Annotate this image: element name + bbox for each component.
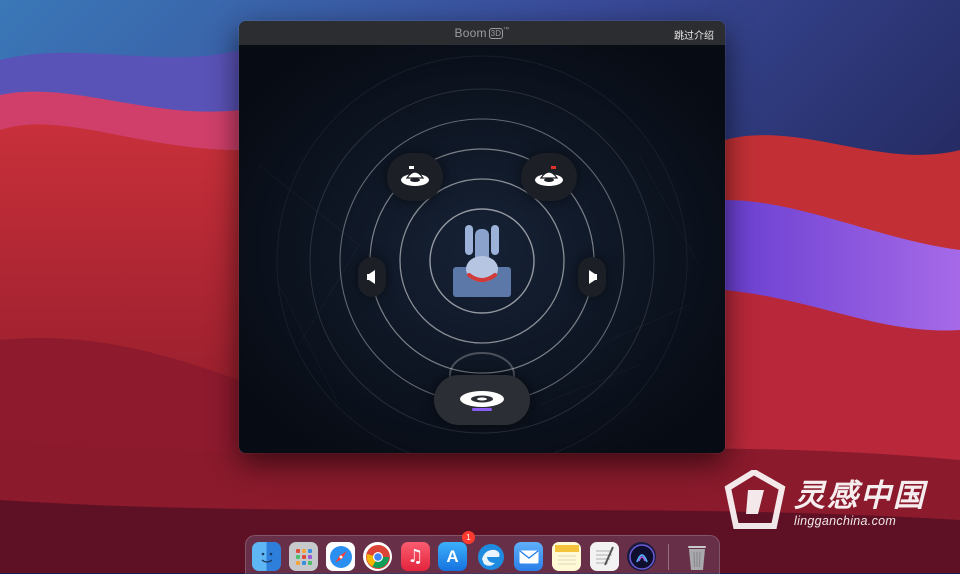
watermark-emblem-icon bbox=[724, 470, 786, 529]
dock-mail-icon[interactable] bbox=[514, 542, 543, 571]
dock-boom3d-icon[interactable] bbox=[627, 542, 656, 571]
listener-avatar-icon bbox=[453, 225, 511, 297]
speaker-icon bbox=[401, 166, 429, 186]
skip-intro-button[interactable]: 跳过介绍 bbox=[674, 27, 714, 42]
surround-stage bbox=[239, 45, 725, 453]
speaker-side-icon bbox=[367, 270, 375, 284]
dock-separator bbox=[668, 544, 669, 570]
watermark-chinese-text: 灵感中国 bbox=[794, 478, 926, 513]
dock: ♫ A 1 bbox=[245, 531, 720, 574]
dock-finder-icon[interactable] bbox=[252, 542, 281, 571]
app-name: Boom bbox=[454, 26, 487, 40]
watermark-logo: 灵感中国 lingganchina.com bbox=[724, 470, 936, 532]
dock-notes-icon[interactable] bbox=[552, 542, 581, 571]
trademark: ™ bbox=[503, 27, 510, 33]
speaker-side-icon bbox=[589, 270, 597, 284]
speaker-icon bbox=[535, 166, 563, 186]
side-right-speaker-button[interactable] bbox=[578, 257, 606, 297]
boom3d-window: Boom 3D ™ 跳过介绍 bbox=[239, 21, 725, 453]
side-left-speaker-button[interactable] bbox=[358, 257, 386, 297]
front-left-speaker-button[interactable] bbox=[387, 153, 443, 201]
dock-chrome-icon[interactable] bbox=[363, 542, 392, 571]
dock-app-store-icon[interactable]: A bbox=[438, 542, 467, 571]
app-store-update-badge: 1 bbox=[462, 531, 475, 544]
subwoofer-icon bbox=[460, 391, 504, 411]
watermark-url: lingganchina.com bbox=[794, 514, 897, 528]
front-right-speaker-button[interactable] bbox=[521, 153, 577, 201]
dock-trash-icon[interactable] bbox=[682, 542, 711, 571]
dock-safari-icon[interactable] bbox=[326, 542, 355, 571]
app-title: Boom 3D ™ bbox=[239, 26, 725, 40]
dock-textedit-icon[interactable] bbox=[590, 542, 619, 571]
title-bar: Boom 3D ™ 跳过介绍 bbox=[239, 21, 725, 46]
dock-music-icon[interactable]: ♫ bbox=[401, 542, 430, 571]
dock-edge-icon[interactable] bbox=[476, 542, 505, 571]
dock-launchpad-icon[interactable] bbox=[289, 542, 318, 571]
app-version-mark: 3D bbox=[488, 28, 504, 39]
subwoofer-button[interactable] bbox=[434, 375, 530, 425]
